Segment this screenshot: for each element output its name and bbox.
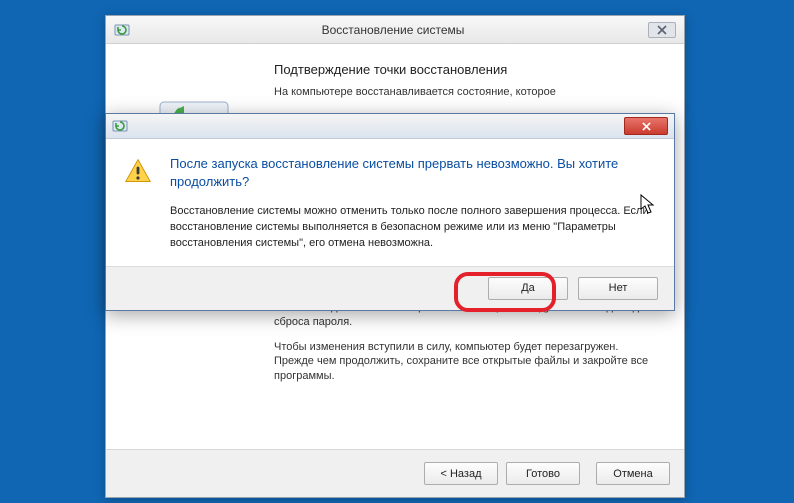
page-heading: Подтверждение точки восстановления: [274, 62, 660, 77]
dialog-heading: После запуска восстановление системы пре…: [170, 155, 654, 190]
no-button[interactable]: Нет: [578, 277, 658, 300]
yes-button[interactable]: Да: [488, 277, 568, 300]
dialog-button-row: Да Нет: [106, 266, 674, 310]
wizard-button-row: < Назад Готово Отмена: [106, 449, 684, 497]
window-title: Восстановление системы: [138, 23, 648, 37]
dialog-titlebar: [106, 114, 674, 139]
warning-icon: [124, 174, 152, 188]
reboot-note: Чтобы изменения вступили в силу, компьют…: [274, 340, 660, 385]
close-icon: [642, 122, 651, 131]
titlebar: Восстановление системы: [106, 16, 684, 44]
dialog-body: После запуска восстановление системы пре…: [106, 139, 674, 266]
confirm-dialog: После запуска восстановление системы пре…: [105, 113, 675, 311]
system-restore-icon: [114, 22, 130, 38]
back-button[interactable]: < Назад: [424, 462, 498, 485]
dialog-text: Восстановление системы можно отменить то…: [170, 204, 654, 252]
intro-text: На компьютере восстанавливается состояни…: [274, 85, 660, 100]
close-button[interactable]: [648, 22, 676, 38]
cancel-button[interactable]: Отмена: [596, 462, 670, 485]
finish-button[interactable]: Готово: [506, 462, 580, 485]
close-icon: [657, 25, 667, 35]
dialog-icon-slot: [124, 155, 160, 252]
dialog-content: После запуска восстановление системы пре…: [160, 155, 654, 252]
system-restore-icon: [112, 118, 128, 134]
dialog-close-button[interactable]: [624, 117, 668, 135]
